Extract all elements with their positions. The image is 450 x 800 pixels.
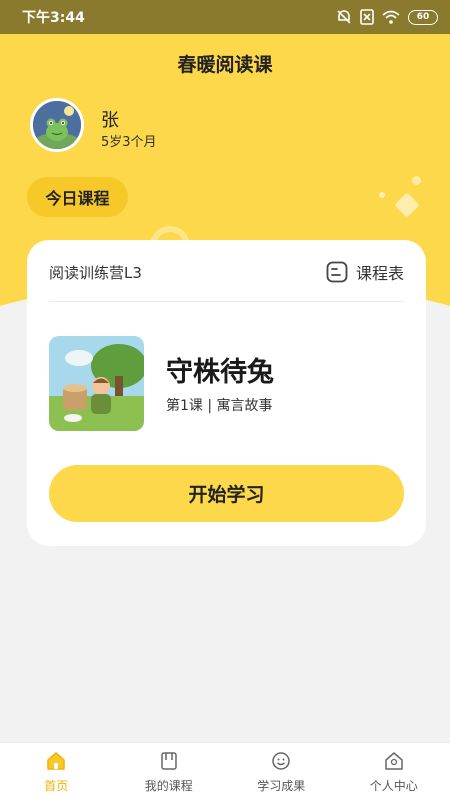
home-icon <box>47 752 65 770</box>
lesson-illustration-icon <box>49 336 144 431</box>
book-icon <box>161 752 177 770</box>
nav-my-courses[interactable]: 我的课程 <box>113 743 226 800</box>
nav-label: 个人中心 <box>369 779 418 793</box>
profile-icon <box>385 752 403 770</box>
start-learning-button[interactable]: 开始学习 <box>49 465 404 522</box>
schedule-button[interactable]: 课程表 <box>326 260 404 284</box>
lesson-title: 守株待兔 <box>166 357 274 388</box>
nav-profile[interactable]: 个人中心 <box>338 743 450 800</box>
status-bar: 下午3:44 60 <box>0 0 450 34</box>
achievement-icon <box>272 752 290 770</box>
nav-label: 我的课程 <box>144 779 193 793</box>
nav-home[interactable]: 首页 <box>0 743 113 800</box>
status-icons: 60 <box>336 9 438 25</box>
course-card: 阅读训练营L3 课程表 守株待兔 第1课 | 寓言故事 开始学习 <box>27 240 426 546</box>
schedule-label: 课程表 <box>355 264 404 283</box>
status-time: 下午3:44 <box>22 10 85 26</box>
lesson-subtitle: 第1课 | 寓言故事 <box>166 398 273 414</box>
screen: 下午3:44 60 春暖阅读课 张 5岁3个月 今日课程 阅读训练营L3 课程表… <box>0 0 450 800</box>
bottom-nav: 首页 我的课程 学习成果 个人中心 <box>0 742 450 800</box>
decoration-dot <box>379 192 385 198</box>
nav-label: 首页 <box>44 779 69 793</box>
mute-alarm-icon <box>337 10 351 24</box>
wifi-icon <box>382 10 400 24</box>
nav-label: 学习成果 <box>257 779 306 793</box>
user-name: 张 <box>101 110 119 131</box>
decoration-dot <box>412 176 421 185</box>
frog-avatar-icon <box>33 101 81 149</box>
divider <box>49 301 404 302</box>
nav-achievements[interactable]: 学习成果 <box>225 743 338 800</box>
page-title: 春暖阅读课 <box>177 54 273 76</box>
today-course-badge: 今日课程 <box>27 177 128 217</box>
user-age: 5岁3个月 <box>101 135 157 150</box>
battery-icon: 60 <box>408 9 438 25</box>
camp-name: 阅读训练营L3 <box>49 264 142 282</box>
no-sim-icon <box>360 9 374 25</box>
schedule-icon <box>326 261 348 283</box>
avatar[interactable] <box>30 98 84 152</box>
lesson-thumbnail[interactable] <box>49 336 144 431</box>
